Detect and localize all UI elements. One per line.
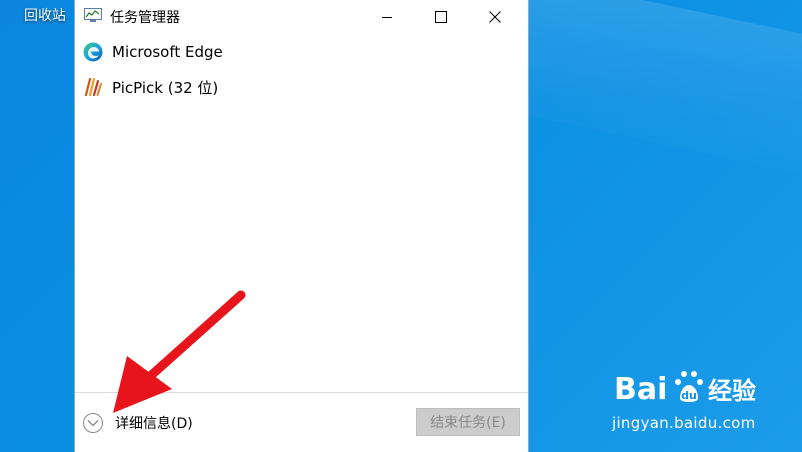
end-task-button[interactable]: 结束任务(E) [416, 408, 520, 436]
app-item-picpick[interactable]: PicPick (32 位) [75, 70, 528, 104]
close-icon [489, 10, 501, 23]
maximize-icon [435, 10, 447, 23]
window-title: 任务管理器 [110, 10, 180, 26]
titlebar[interactable]: 任务管理器 [75, 0, 528, 33]
app-label-picpick: PicPick (32 位) [112, 78, 219, 97]
svg-text:du: du [681, 389, 697, 402]
baidu-logo: Bai du 经验 [614, 371, 756, 407]
app-label-edge: Microsoft Edge [112, 43, 223, 61]
watermark-url: jingyan.baidu.com [612, 414, 756, 432]
footer-divider [75, 392, 528, 393]
picpick-icon [84, 77, 102, 97]
close-button[interactable] [472, 0, 518, 33]
task-manager-window: 任务管理器 Microsoft Edge PicPick (32 位) 详细信息… [74, 0, 529, 452]
more-details-toggle[interactable]: 详细信息(D) [83, 410, 193, 436]
maximize-button[interactable] [418, 0, 464, 33]
chevron-down-icon [83, 413, 103, 433]
app-item-microsoft-edge[interactable]: Microsoft Edge [75, 35, 528, 69]
svg-text:经验: 经验 [708, 377, 756, 405]
baidu-jingyan-watermark: Bai du 经验 jingyan.baidu.com [612, 362, 792, 442]
recycle-bin-label[interactable]: 回收站 [24, 5, 66, 25]
svg-text:Bai: Bai [614, 372, 667, 407]
edge-icon [83, 42, 103, 62]
task-manager-icon [84, 8, 102, 22]
more-details-label: 详细信息(D) [115, 416, 193, 432]
minimize-icon [382, 16, 392, 18]
minimize-button[interactable] [364, 0, 410, 33]
